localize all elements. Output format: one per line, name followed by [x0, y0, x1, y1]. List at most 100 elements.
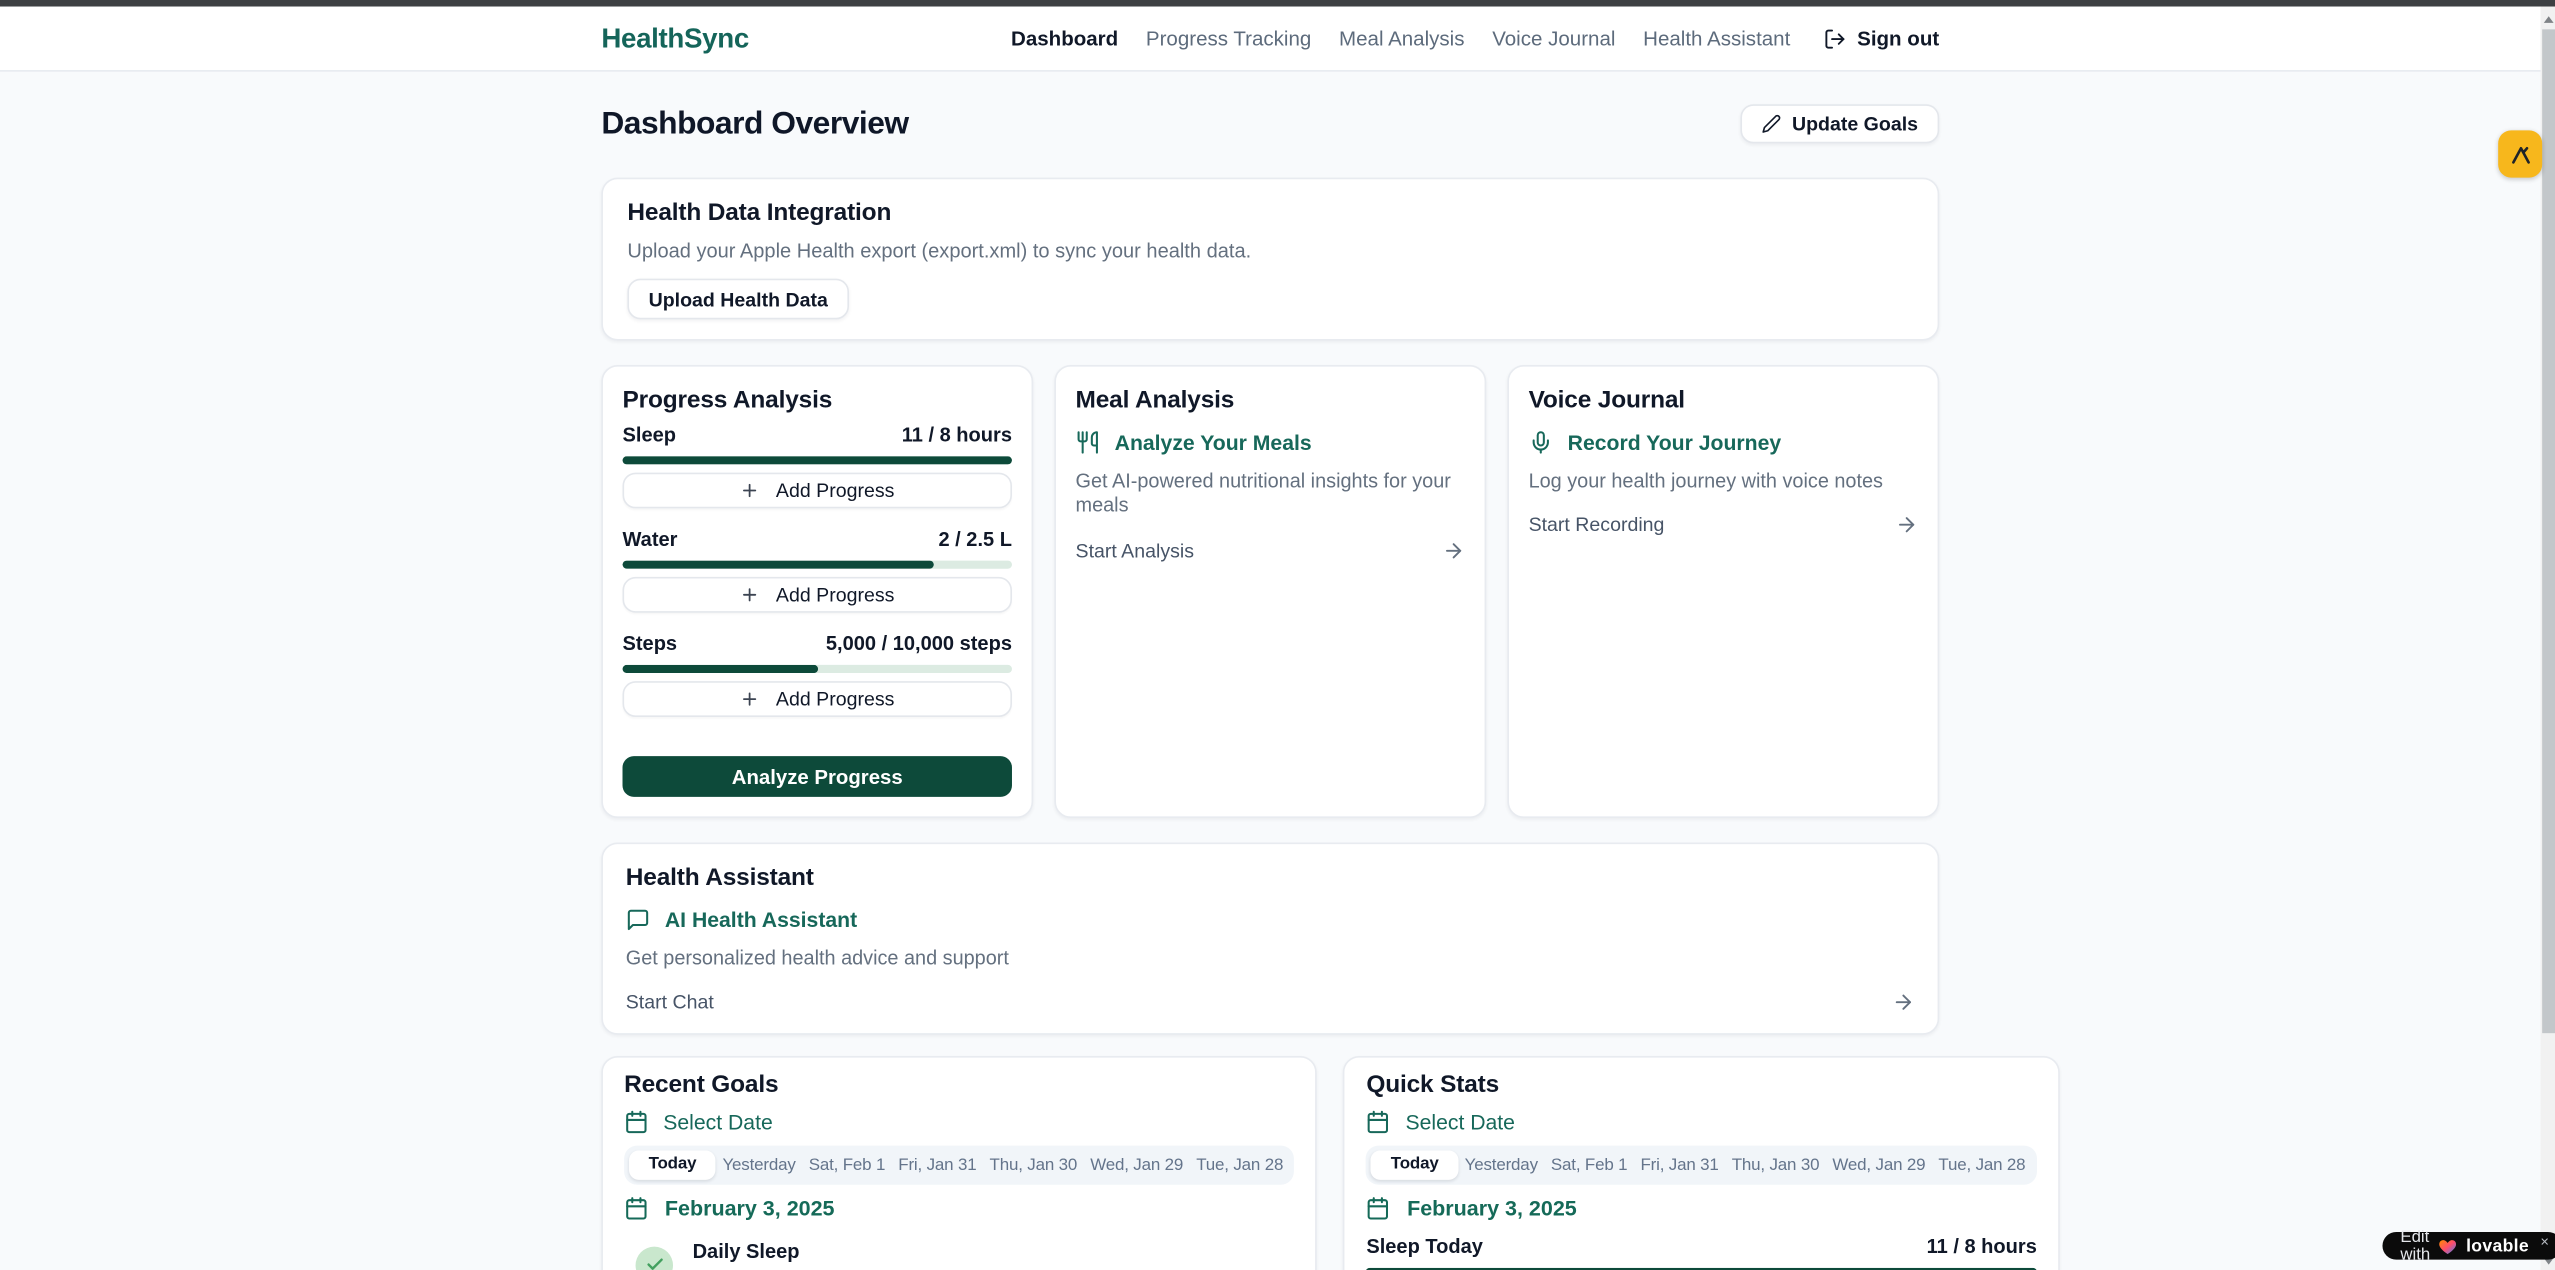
start-chat-action[interactable]: Start Chat — [626, 991, 1915, 1014]
start-recording-label: Start Recording — [1529, 514, 1665, 537]
plus-icon — [740, 481, 760, 501]
start-analysis-label: Start Analysis — [1076, 539, 1194, 562]
water-label: Water — [623, 528, 678, 551]
page-title: Dashboard Overview — [601, 105, 908, 142]
main-nav: Dashboard Progress Tracking Meal Analysi… — [1011, 27, 1939, 50]
quick-stats-current-date[interactable]: February 3, 2025 — [1366, 1197, 2037, 1221]
logout-icon — [1823, 27, 1846, 50]
date-tab-today[interactable]: Today — [629, 1151, 716, 1180]
date-tab-thu-jan-30[interactable]: Thu, Jan 30 — [983, 1157, 1084, 1175]
quick-stats-card: Quick Stats Select Date Today Yesterday … — [1344, 1056, 2060, 1270]
meal-analysis-title: Meal Analysis — [1076, 386, 1465, 414]
heart-icon — [2438, 1236, 2458, 1256]
analyze-progress-button[interactable]: Analyze Progress — [623, 756, 1012, 797]
voice-journal-card: Voice Journal Record Your Journey Log yo… — [1507, 365, 1939, 818]
microphone-icon — [1529, 430, 1553, 454]
date-tab-wed-jan-29[interactable]: Wed, Jan 29 — [1826, 1157, 1932, 1175]
date-tab-fri-jan-31[interactable]: Fri, Jan 31 — [1634, 1157, 1725, 1175]
utensils-icon — [1076, 430, 1100, 454]
lovable-badge-prefix: Edit with — [2400, 1228, 2430, 1264]
ai-health-assistant-link[interactable]: AI Health Assistant — [626, 908, 1915, 932]
add-water-progress-button[interactable]: Add Progress — [623, 577, 1012, 613]
select-date-label: Select Date — [663, 1110, 773, 1134]
add-progress-label: Add Progress — [776, 479, 894, 502]
health-assistant-description: Get personalized health advice and suppo… — [626, 947, 1915, 972]
nav-dashboard[interactable]: Dashboard — [1011, 27, 1118, 50]
date-tab-yesterday[interactable]: Yesterday — [716, 1157, 802, 1175]
water-progress-bar — [623, 561, 1012, 569]
upload-health-data-button[interactable]: Upload Health Data — [627, 279, 849, 320]
sleep-label: Sleep — [623, 424, 676, 447]
goal-value: 11 / 8 hours — [693, 1267, 800, 1270]
nav-progress-tracking[interactable]: Progress Tracking — [1146, 27, 1311, 50]
start-analysis-action[interactable]: Start Analysis — [1076, 539, 1465, 562]
recent-goals-date-tabs: Today Yesterday Sat, Feb 1 Fri, Jan 31 T… — [624, 1146, 1295, 1185]
analyze-your-meals-label: Analyze Your Meals — [1115, 430, 1312, 454]
sign-out-label: Sign out — [1857, 27, 1939, 50]
select-date-label: Select Date — [1405, 1110, 1515, 1134]
dashboard-main: Dashboard Overview Update Goals Health D… — [601, 72, 1939, 1270]
scrollbar-thumb[interactable] — [2541, 29, 2554, 1033]
steps-value: 5,000 / 10,000 steps — [826, 632, 1012, 655]
update-goals-button[interactable]: Update Goals — [1740, 104, 1939, 143]
upload-health-data-label: Upload Health Data — [649, 288, 828, 311]
lovable-badge-close-icon[interactable]: × — [2540, 1234, 2549, 1250]
calendar-icon — [624, 1197, 648, 1221]
sleep-today-label: Sleep Today — [1366, 1236, 1483, 1259]
recent-goals-title: Recent Goals — [624, 1071, 1295, 1099]
water-metric: Water 2 / 2.5 L Add Progress — [623, 528, 1012, 613]
steps-progress-fill — [623, 665, 818, 673]
recent-goals-card: Recent Goals Select Date Today Yesterday… — [601, 1056, 1317, 1270]
window-top-bar — [0, 0, 2555, 7]
nav-voice-journal[interactable]: Voice Journal — [1492, 27, 1615, 50]
nav-health-assistant[interactable]: Health Assistant — [1643, 27, 1790, 50]
steps-metric: Steps 5,000 / 10,000 steps Add Progress — [623, 632, 1012, 717]
current-date-label: February 3, 2025 — [1407, 1197, 1577, 1221]
sign-out-button[interactable]: Sign out — [1823, 27, 1939, 50]
date-tab-thu-jan-30[interactable]: Thu, Jan 30 — [1725, 1157, 1826, 1175]
voice-journal-description: Log your health journey with voice notes — [1529, 469, 1918, 494]
water-progress-fill — [623, 561, 935, 569]
add-progress-label: Add Progress — [776, 583, 894, 606]
quick-stats-select-date[interactable]: Select Date — [1366, 1110, 2037, 1134]
scrollbar[interactable] — [2541, 7, 2555, 1270]
daily-sleep-goal-item: Daily Sleep 11 / 8 hours — [636, 1241, 1295, 1270]
add-steps-progress-button[interactable]: Add Progress — [623, 681, 1012, 717]
progress-analysis-title: Progress Analysis — [623, 386, 1012, 414]
quick-stats-date-tabs: Today Yesterday Sat, Feb 1 Fri, Jan 31 T… — [1366, 1146, 2037, 1185]
record-your-journey-label: Record Your Journey — [1568, 430, 1781, 454]
lovable-badge[interactable]: Edit with lovable × — [2382, 1232, 2555, 1260]
current-date-label: February 3, 2025 — [665, 1197, 835, 1221]
lovable-badge-brand: lovable — [2466, 1236, 2529, 1256]
date-tab-today[interactable]: Today — [1371, 1151, 1458, 1180]
analyze-your-meals-link[interactable]: Analyze Your Meals — [1076, 430, 1465, 454]
date-tab-tue-jan-28[interactable]: Tue, Jan 28 — [1932, 1157, 2032, 1175]
arrow-right-icon — [1895, 514, 1918, 537]
goal-name: Daily Sleep — [693, 1241, 800, 1264]
integration-description: Upload your Apple Health export (export.… — [627, 240, 1913, 263]
calendar-icon — [624, 1110, 648, 1134]
recent-goals-current-date[interactable]: February 3, 2025 — [624, 1197, 1295, 1221]
extension-badge[interactable] — [2498, 130, 2542, 177]
scrollbar-up-arrow-icon[interactable] — [2543, 16, 2553, 23]
date-tab-fri-jan-31[interactable]: Fri, Jan 31 — [892, 1157, 983, 1175]
record-your-journey-link[interactable]: Record Your Journey — [1529, 430, 1918, 454]
date-tab-wed-jan-29[interactable]: Wed, Jan 29 — [1084, 1157, 1190, 1175]
app-logo[interactable]: HealthSync — [601, 22, 749, 55]
sleep-value: 11 / 8 hours — [902, 424, 1012, 447]
ai-health-assistant-label: AI Health Assistant — [665, 908, 857, 932]
steps-label: Steps — [623, 632, 678, 655]
date-tab-yesterday[interactable]: Yesterday — [1458, 1157, 1544, 1175]
sleep-today-value: 11 / 8 hours — [1927, 1236, 2037, 1259]
integration-title: Health Data Integration — [627, 199, 1913, 227]
add-sleep-progress-button[interactable]: Add Progress — [623, 473, 1012, 509]
date-tab-tue-jan-28[interactable]: Tue, Jan 28 — [1190, 1157, 1290, 1175]
extension-logo-icon — [2507, 141, 2533, 167]
nav-meal-analysis[interactable]: Meal Analysis — [1339, 27, 1464, 50]
sleep-progress-bar — [623, 456, 1012, 464]
recent-goals-select-date[interactable]: Select Date — [624, 1110, 1295, 1134]
sleep-metric: Sleep 11 / 8 hours Add Progress — [623, 424, 1012, 509]
date-tab-sat-feb-1[interactable]: Sat, Feb 1 — [1544, 1157, 1634, 1175]
start-recording-action[interactable]: Start Recording — [1529, 514, 1918, 537]
date-tab-sat-feb-1[interactable]: Sat, Feb 1 — [802, 1157, 892, 1175]
